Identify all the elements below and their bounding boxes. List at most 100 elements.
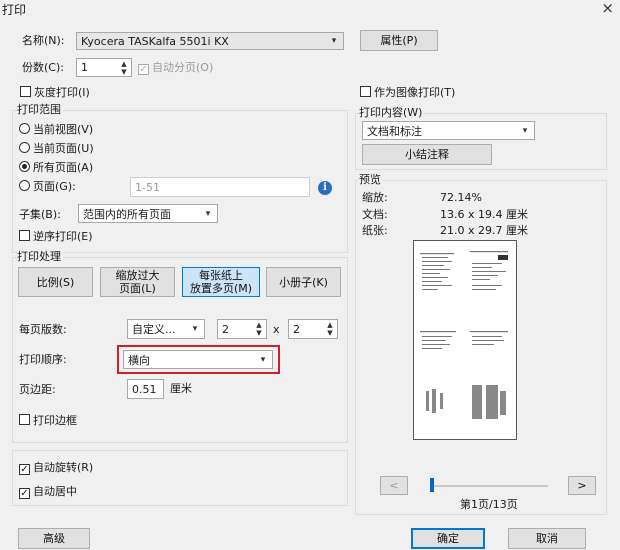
print-handling-title: 打印处理 [17,250,63,264]
summarize-comments-button[interactable]: 小结注释 [362,144,492,165]
next-page-button[interactable]: > [568,476,596,495]
print-content-value: 文档和标注 [367,124,422,138]
radio-current-view-circle[interactable] [19,123,30,134]
reverse-order-label: 逆序打印(E) [33,230,93,243]
margin-input[interactable]: 0.51 [127,379,164,399]
grayscale-option[interactable]: 灰度打印(I) [20,85,90,101]
booklet-button[interactable]: 小册子(K) [266,267,341,297]
pages-per-sheet-value: 自定义... [132,323,176,336]
reverse-order-checkbox[interactable] [19,230,30,241]
print-as-image-label: 作为图像打印(T) [374,86,456,99]
pages-per-sheet-label: 每页版数: [19,323,67,336]
print-order-value: 横向 [128,353,150,367]
radio-current-page-circle[interactable] [19,142,30,153]
spin-arrows-icon[interactable]: ▲ ▼ [252,320,266,338]
thumb-page-1 [420,253,454,290]
title-bar: 打印 × [0,0,620,20]
reverse-order-option[interactable]: 逆序打印(E) [19,229,93,245]
auto-center-label: 自动居中 [33,485,77,498]
document-size-label: 文档: [362,208,388,221]
document-size-value: 13.6 x 19.4 厘米 [440,208,528,221]
printer-select[interactable]: Kyocera TASKalfa 5501i KX ▾ [76,32,344,50]
cancel-button[interactable]: 取消 [508,528,586,549]
paper-size-label: 纸张: [362,224,388,237]
printer-name-label: 名称(N): [22,34,65,47]
times-symbol: x [273,323,280,336]
copies-value: 1 [81,61,88,74]
chevron-down-icon: ▾ [205,208,211,219]
subset-select[interactable]: 范围内的所有页面 ▾ [78,204,218,223]
copies-stepper[interactable]: 1 ▲ ▼ [76,58,132,77]
print-content-title: 打印内容(W) [359,106,425,120]
page-indicator: 第1页/13页 [460,498,518,511]
spin-down-icon[interactable]: ▼ [121,68,126,76]
radio-pages-label: 页面(G): [33,180,76,193]
print-as-image-checkbox[interactable] [360,86,371,97]
pages-per-sheet-select[interactable]: 自定义... ▾ [127,319,205,339]
grayscale-checkbox[interactable] [20,86,31,97]
zoom-value: 72.14% [440,191,482,204]
info-icon[interactable]: i [318,181,332,195]
auto-rotate-checkbox[interactable]: ✓ [19,464,30,475]
chevron-down-icon: ▾ [522,125,528,136]
print-border-option[interactable]: 打印边框 [19,413,77,429]
previous-page-button[interactable]: < [380,476,408,495]
auto-rotate-option[interactable]: ✓ 自动旋转(R) [19,460,93,476]
preview-title: 预览 [359,173,383,187]
spin-arrows-icon[interactable]: ▲ ▼ [117,59,131,76]
columns-stepper[interactable]: 2 ▲ ▼ [217,319,267,339]
subset-label: 子集(B): [19,208,61,221]
printer-name-value: Kyocera TASKalfa 5501i KX [81,34,229,48]
radio-current-view-label: 当前视图(V) [33,123,94,136]
shrink-oversized-button[interactable]: 缩放过大 页面(L) [100,267,175,297]
thumb-page-3 [420,331,456,349]
chevron-down-icon: ▾ [192,324,198,334]
page-slider-track[interactable] [430,485,548,487]
print-order-label: 打印顺序: [19,353,67,366]
radio-all-pages-circle[interactable] [19,161,30,172]
scale-button[interactable]: 比例(S) [18,267,93,297]
rows-stepper[interactable]: 2 ▲ ▼ [288,319,338,339]
spin-arrows-icon[interactable]: ▲ ▼ [323,320,337,338]
collate-checkbox[interactable]: ✓ [138,64,149,75]
radio-all-pages[interactable]: 所有页面(A) [19,160,93,176]
multiple-pages-button[interactable]: 每张纸上 放置多页(M) [182,267,260,297]
margin-unit: 厘米 [170,382,192,395]
advanced-button[interactable]: 高级 [18,528,90,549]
thumb-page-2 [470,251,508,290]
auto-center-checkbox[interactable]: ✓ [19,488,30,499]
radio-pages[interactable]: 页面(G): [19,179,76,195]
spin-up-icon[interactable]: ▲ [121,60,126,68]
radio-pages-circle[interactable] [19,180,30,191]
print-content-select[interactable]: 文档和标注 ▾ [362,121,535,140]
print-border-label: 打印边框 [33,414,77,427]
auto-rotate-label: 自动旋转(R) [33,461,94,474]
ok-button[interactable]: 确定 [411,528,485,549]
auto-center-option[interactable]: ✓ 自动居中 [19,484,77,500]
collate-option[interactable]: ✓ 自动分页(O) [138,60,213,76]
spin-up-icon[interactable]: ▲ [327,321,332,329]
print-range-title: 打印范围 [17,103,63,117]
properties-button[interactable]: 属性(P) [360,30,438,51]
spin-up-icon[interactable]: ▲ [256,321,261,329]
page-slider-thumb[interactable] [430,478,435,492]
pages-range-input[interactable]: 1-51 [130,177,310,197]
close-icon[interactable]: × [601,0,614,17]
grayscale-label: 灰度打印(I) [34,86,90,99]
zoom-label: 缩放: [362,191,388,204]
print-order-select[interactable]: 横向 ▾ [123,350,273,369]
thumb-page-4 [470,331,508,345]
window-title: 打印 [2,3,27,17]
margin-label: 页边距: [19,383,56,396]
copies-label: 份数(C): [22,61,64,74]
spin-down-icon[interactable]: ▼ [256,329,261,337]
chevron-down-icon: ▾ [331,36,337,46]
thumb-page-5 [426,389,443,413]
spin-down-icon[interactable]: ▼ [327,329,332,337]
columns-value: 2 [222,322,229,336]
radio-all-pages-label: 所有页面(A) [33,161,94,174]
radio-current-view[interactable]: 当前视图(V) [19,122,93,138]
print-border-checkbox[interactable] [19,414,30,425]
radio-current-page[interactable]: 当前页面(U) [19,141,94,157]
print-as-image-option[interactable]: 作为图像打印(T) [360,85,455,101]
